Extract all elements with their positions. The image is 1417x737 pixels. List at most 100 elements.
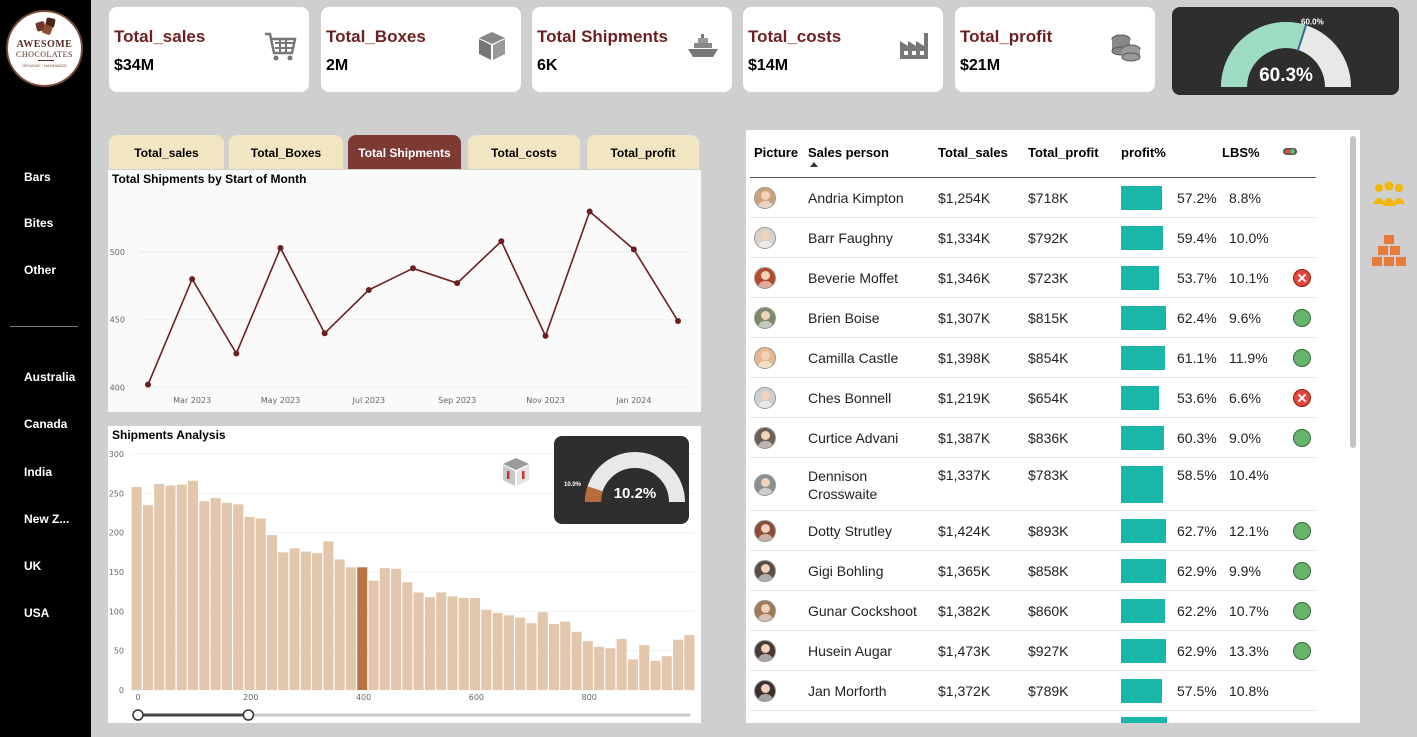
table-row[interactable]: Andria Kimpton $1,254K $718K 57.2% 8.8%	[750, 178, 1316, 218]
profit-percent-value: 58.5%	[1177, 467, 1217, 483]
histogram-bar	[188, 480, 199, 690]
total-sales-value: $1,337K	[938, 467, 991, 483]
table-row[interactable]: Dotty Strutley $1,424K $893K 62.7% 12.1%	[750, 511, 1316, 551]
lbs-percent-gauge[interactable]: 10.0% 10.2%	[554, 436, 689, 524]
column-header-picture[interactable]: Picture	[754, 145, 798, 160]
sidebar-item-canada[interactable]: Canada	[24, 417, 67, 431]
tab-total-shipments[interactable]: Total Shipments	[348, 135, 461, 169]
histogram-bar	[300, 551, 311, 690]
histogram-bar	[424, 597, 435, 690]
shipments-line-chart[interactable]: 400 450 500 Mar 2023 May 2023 Jul 2023 Sep 202…	[108, 170, 701, 412]
data-point	[542, 332, 549, 339]
people-group-icon[interactable]	[1372, 180, 1406, 208]
sales-person-name: Barr Faughny	[808, 230, 893, 246]
status-ok-icon	[1293, 642, 1311, 660]
profit-percent-value: 57.5%	[1177, 683, 1217, 699]
table-row[interactable]: Ches Bonnell $1,219K $654K 53.6% 6.6%	[750, 378, 1316, 418]
sidebar-item-usa[interactable]: USA	[24, 606, 49, 620]
avatar	[754, 427, 776, 449]
profit-percent-bar	[1121, 426, 1165, 450]
sales-person-name: Ches Bonnell	[808, 390, 892, 406]
y-tick-label: 450	[110, 316, 125, 325]
stacked-boxes-icon[interactable]	[1371, 233, 1407, 269]
data-point	[498, 238, 505, 245]
column-header-total-sales[interactable]: Total_sales	[938, 145, 1008, 160]
table-scrollbar[interactable]	[1350, 136, 1356, 448]
column-header-total-profit[interactable]: Total_profit	[1028, 145, 1099, 160]
profit-percent-gauge[interactable]: 60.0% 60.3%	[1172, 7, 1399, 95]
table-row[interactable]: Gunar Cockshoot $1,382K $860K 62.2% 10.7%	[750, 591, 1316, 631]
total-sales-value: $1,387K	[938, 430, 991, 446]
tab-total-profit[interactable]: Total_profit	[587, 135, 699, 169]
brand-logo: AWESOME CHOCOLATES ORGANIC · HANDMADE	[6, 10, 83, 87]
sidebar-item-india[interactable]: India	[24, 465, 52, 479]
kpi-title: Total Shipments	[537, 27, 668, 46]
brand-divider	[38, 60, 54, 61]
total-profit-value: $854K	[1028, 350, 1069, 366]
status-error-icon	[1293, 269, 1311, 287]
y-tick-label: 400	[110, 383, 125, 392]
histogram-bar	[131, 487, 142, 690]
total-profit-value: $815K	[1028, 310, 1069, 326]
sales-person-name: Camilla Castle	[808, 350, 899, 366]
kpi-card-total-sales[interactable]: Total_sales $34M	[109, 7, 309, 92]
sidebar-item-australia[interactable]: Australia	[24, 370, 75, 384]
sidebar-item-bites[interactable]: Bites	[24, 216, 53, 230]
table-row[interactable]: Brien Boise $1,307K $815K 62.4% 9.6%	[750, 298, 1316, 338]
histogram-bar	[142, 505, 153, 690]
profit-percent-value: 62.4%	[1177, 310, 1217, 326]
avatar	[754, 600, 776, 622]
column-header-profit-percent[interactable]: profit%	[1121, 145, 1166, 160]
table-row[interactable]: Gigi Bohling $1,365K $858K 62.9% 9.9%	[750, 551, 1316, 591]
table-row[interactable]: Barr Faughny $1,334K $792K 59.4% 10.0%	[750, 218, 1316, 258]
status-ok-icon	[1293, 429, 1311, 447]
table-row[interactable]: Beverie Moffet $1,346K $723K 53.7% 10.1%	[750, 258, 1316, 298]
tab-total-sales[interactable]: Total_sales	[109, 135, 224, 169]
histogram-bar	[165, 485, 176, 690]
table-row[interactable]: Husein Augar $1,473K $927K 62.9% 13.3%	[750, 631, 1316, 671]
sidebar-item-uk[interactable]: UK	[24, 559, 41, 573]
tab-total-costs[interactable]: Total_costs	[468, 135, 580, 169]
profit-percent-value: 62.7%	[1177, 523, 1217, 539]
data-point	[586, 208, 593, 215]
kpi-card-total-costs[interactable]: Total_costs $14M	[743, 7, 943, 92]
data-point	[145, 381, 151, 388]
range-slider-handle[interactable]	[132, 709, 144, 721]
lbs-percent-value: 10.1%	[1229, 270, 1269, 286]
status-ok-icon	[1293, 562, 1311, 580]
histogram-panel: Shipments Analysis 0 50 100 150 200 250 300 0 20…	[108, 426, 701, 723]
histogram-bar	[289, 548, 300, 690]
sales-person-name: Gunar Cockshoot	[808, 603, 917, 619]
sidebar-divider	[10, 326, 78, 327]
table-row[interactable]: Curtice Advani $1,387K $836K 60.3% 9.0%	[750, 418, 1316, 458]
table-row[interactable]: Camilla Castle $1,398K $854K 61.1% 11.9%	[750, 338, 1316, 378]
histogram-bar	[221, 502, 232, 690]
x-tick-label: Jul 2023	[352, 396, 386, 405]
sidebar-item-other[interactable]: Other	[24, 263, 56, 277]
sidebar-item-new-zealand[interactable]: New Z...	[24, 512, 69, 526]
sort-ascending-icon[interactable]	[810, 162, 818, 167]
column-header-sales-person[interactable]: Sales person	[808, 145, 889, 160]
kpi-value: $34M	[114, 57, 155, 74]
kpi-card-total-shipments[interactable]: Total Shipments 6K	[532, 7, 732, 92]
total-profit-value: $860K	[1028, 603, 1069, 619]
table-row[interactable]: Jan Morforth $1,372K $789K 57.5% 10.8%	[750, 671, 1316, 711]
sidebar-item-bars[interactable]: Bars	[24, 170, 51, 184]
histogram-bar	[616, 638, 627, 690]
column-header-lbs-percent[interactable]: LBS%	[1222, 145, 1260, 160]
kpi-card-total-profit[interactable]: Total_profit $21M	[955, 7, 1155, 92]
avatar	[754, 267, 776, 289]
table-row[interactable]	[750, 711, 1316, 723]
profit-percent-value: 57.2%	[1177, 190, 1217, 206]
table-row[interactable]: Dennison Crosswaite $1,337K $783K 58.5% 10.4…	[750, 458, 1316, 511]
lbs-percent-value: 6.6%	[1229, 390, 1261, 406]
range-slider-handle[interactable]	[242, 709, 255, 721]
kpi-card-total-boxes[interactable]: Total_Boxes 2M	[321, 7, 521, 92]
total-sales-value: $1,473K	[938, 643, 991, 659]
tab-total-boxes[interactable]: Total_Boxes	[229, 135, 343, 169]
kpi-value: 2M	[326, 57, 349, 74]
sales-person-name: Jan Morforth	[808, 683, 887, 699]
histogram-bar	[199, 501, 210, 690]
histogram-bar	[526, 623, 537, 690]
sales-person-name: Andria Kimpton	[808, 190, 904, 206]
